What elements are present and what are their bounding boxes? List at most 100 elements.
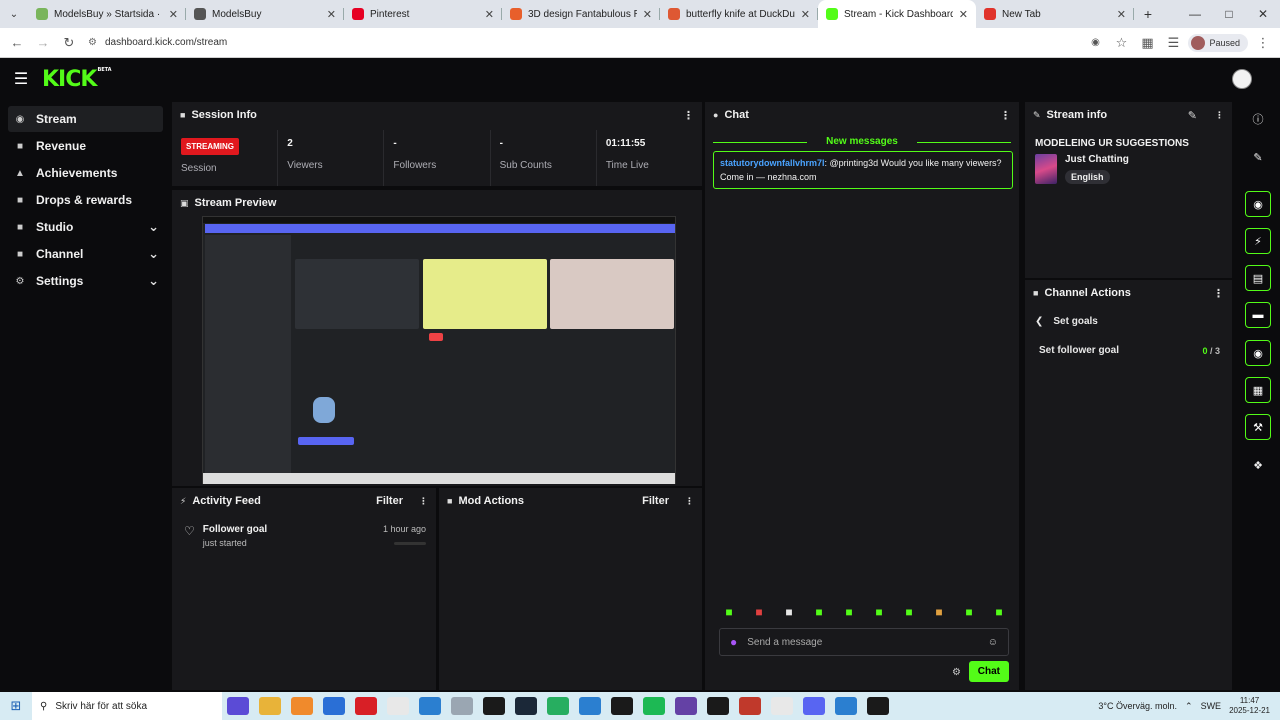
- sidebar-item-stream[interactable]: ◉ Stream: [8, 106, 163, 132]
- wrench-tool-icon[interactable]: ⚒: [1245, 414, 1271, 440]
- more-options-icon[interactable]: ⋮: [683, 109, 694, 122]
- chat-more-icon[interactable]: ⋮: [1000, 109, 1011, 122]
- mod-more-icon[interactable]: ⋮: [685, 496, 694, 507]
- extensions-icon[interactable]: ▦: [1136, 32, 1158, 54]
- taskbar-app-icon[interactable]: [259, 697, 281, 715]
- tray-chevron-icon[interactable]: ⌃: [1185, 701, 1193, 712]
- document-tool-icon[interactable]: ▤: [1245, 265, 1271, 291]
- emote-icon[interactable]: ■: [839, 602, 859, 622]
- translate-icon[interactable]: ◉: [1084, 32, 1106, 54]
- reload-icon[interactable]: ↻: [58, 32, 80, 54]
- taskbar-app-icon[interactable]: [387, 697, 409, 715]
- bolt-tool-icon[interactable]: ⚡: [1245, 228, 1271, 254]
- forward-icon[interactable]: →: [32, 32, 54, 54]
- taskbar-app-icon[interactable]: [355, 697, 377, 715]
- maximize-icon[interactable]: □: [1212, 7, 1246, 21]
- tab-close-icon[interactable]: ✕: [643, 8, 652, 21]
- bookmark-star-icon[interactable]: ☆: [1110, 32, 1132, 54]
- emote-icon[interactable]: ■: [809, 602, 829, 622]
- taskbar-app-icon[interactable]: [707, 697, 729, 715]
- taskbar-app-icon[interactable]: [291, 697, 313, 715]
- url-field[interactable]: ⚙ dashboard.kick.com/stream: [84, 32, 1080, 54]
- browser-tab[interactable]: butterfly knife at DuckDuckGo ✕: [660, 0, 818, 28]
- sidebar-item-studio[interactable]: ■ Studio ⌄: [8, 214, 163, 240]
- tab-close-icon[interactable]: ✕: [327, 8, 336, 21]
- reading-list-icon[interactable]: ☰: [1162, 32, 1184, 54]
- tab-close-icon[interactable]: ✕: [1117, 8, 1126, 21]
- taskbar-app-icon[interactable]: [867, 697, 889, 715]
- taskbar-app-icon[interactable]: [419, 697, 441, 715]
- chat-message-input[interactable]: [747, 636, 978, 648]
- tab-search-icon[interactable]: ⌄: [0, 0, 28, 28]
- set-goals-back[interactable]: ❮ Set goals: [1035, 316, 1232, 327]
- browser-menu-icon[interactable]: ⋮: [1252, 32, 1274, 54]
- tab-close-icon[interactable]: ✕: [169, 8, 178, 21]
- chat-send-button[interactable]: Chat: [968, 661, 1009, 682]
- new-tab-button[interactable]: +: [1134, 0, 1162, 28]
- camera-tool-icon[interactable]: ◉: [1245, 191, 1271, 217]
- browser-tab[interactable]: 3D design Fantabulous Rottis ✕: [502, 0, 660, 28]
- sidebar-item-drops-rewards[interactable]: ■ Drops & rewards: [8, 187, 163, 213]
- emote-icon[interactable]: ■: [719, 602, 739, 622]
- close-window-icon[interactable]: ✕: [1246, 7, 1280, 21]
- browser-tab[interactable]: Stream - Kick Dashboard ✕: [818, 0, 976, 28]
- emote-icon[interactable]: ■: [989, 602, 1009, 622]
- emote-icon[interactable]: ■: [749, 602, 769, 622]
- browser-tab[interactable]: ModelsBuy » Startsida · Shopify ✕: [28, 0, 186, 28]
- taskbar-app-icon[interactable]: [227, 697, 249, 715]
- sidebar-item-achievements[interactable]: ▲ Achievements: [8, 160, 163, 186]
- taskbar-app-icon[interactable]: [739, 697, 761, 715]
- tab-close-icon[interactable]: ✕: [485, 8, 494, 21]
- back-icon[interactable]: ←: [6, 32, 28, 54]
- chat-settings-icon[interactable]: ⚙: [952, 667, 961, 678]
- clock[interactable]: 11:47 2025-12-21: [1229, 696, 1270, 716]
- site-info-icon[interactable]: ⚙: [88, 37, 97, 48]
- emote-icon[interactable]: ■: [899, 602, 919, 622]
- apps-icon[interactable]: ❖: [1245, 452, 1271, 478]
- emote-icon[interactable]: ■: [959, 602, 979, 622]
- taskbar-app-icon[interactable]: [547, 697, 569, 715]
- taskbar-app-icon[interactable]: [323, 697, 345, 715]
- chat-username[interactable]: statutorydownfallvhrm7l: [720, 158, 825, 168]
- chat-message[interactable]: statutorydownfallvhrm7l: @printing3d Wou…: [713, 151, 1013, 189]
- tab-close-icon[interactable]: ✕: [959, 8, 968, 21]
- sidebar-item-channel[interactable]: ■ Channel ⌄: [8, 241, 163, 267]
- info-icon[interactable]: ⓘ: [1245, 106, 1271, 132]
- broadcast-tool-icon[interactable]: ◉: [1245, 340, 1271, 366]
- channel-actions-more-icon[interactable]: ⋮: [1213, 287, 1224, 300]
- taskbar-app-icon[interactable]: [675, 697, 697, 715]
- emote-icon[interactable]: ■: [869, 602, 889, 622]
- taskbar-app-icon[interactable]: [835, 697, 857, 715]
- browser-tab[interactable]: ModelsBuy ✕: [186, 0, 344, 28]
- edit-stream-info-icon[interactable]: ✎: [1188, 109, 1197, 122]
- stream-preview-video[interactable]: [202, 216, 676, 484]
- microphone-icon[interactable]: ●: [730, 635, 737, 649]
- activity-more-icon[interactable]: ⋮: [419, 496, 428, 507]
- minimize-icon[interactable]: —: [1178, 7, 1212, 21]
- taskbar-app-icon[interactable]: [803, 697, 825, 715]
- keyboard-language[interactable]: SWE: [1201, 701, 1222, 711]
- chat-input-box[interactable]: ● ☺: [719, 628, 1009, 656]
- hamburger-menu-icon[interactable]: ☰: [0, 69, 42, 89]
- edit-icon[interactable]: ✎: [1245, 144, 1271, 170]
- taskbar-app-icon[interactable]: [643, 697, 665, 715]
- taskbar-app-icon[interactable]: [515, 697, 537, 715]
- emote-icon[interactable]: ■: [929, 602, 949, 622]
- follower-goal-row[interactable]: Set follower goal 0 / 3: [1039, 345, 1220, 356]
- activity-filter-button[interactable]: Filter: [376, 495, 403, 507]
- taskbar-search[interactable]: ⚲ Skriv här för att söka: [32, 692, 222, 720]
- profile-button[interactable]: Paused: [1188, 33, 1248, 52]
- stream-info-more-icon[interactable]: ⋮: [1215, 110, 1224, 121]
- emote-icon[interactable]: ■: [779, 602, 799, 622]
- taskbar-app-icon[interactable]: [579, 697, 601, 715]
- layout-tool-icon[interactable]: ▦: [1245, 377, 1271, 403]
- taskbar-app-icon[interactable]: [771, 697, 793, 715]
- taskbar-app-icon[interactable]: [451, 697, 473, 715]
- kick-logo[interactable]: KICKBETA: [42, 67, 112, 92]
- sidebar-item-revenue[interactable]: ■ Revenue: [8, 133, 163, 159]
- user-avatar[interactable]: [1232, 69, 1252, 89]
- sidebar-item-settings[interactable]: ⚙ Settings ⌄: [8, 268, 163, 294]
- windows-start-icon[interactable]: ⊞: [0, 698, 32, 714]
- tab-close-icon[interactable]: ✕: [801, 8, 810, 21]
- chat-tool-icon[interactable]: ▬: [1245, 302, 1271, 328]
